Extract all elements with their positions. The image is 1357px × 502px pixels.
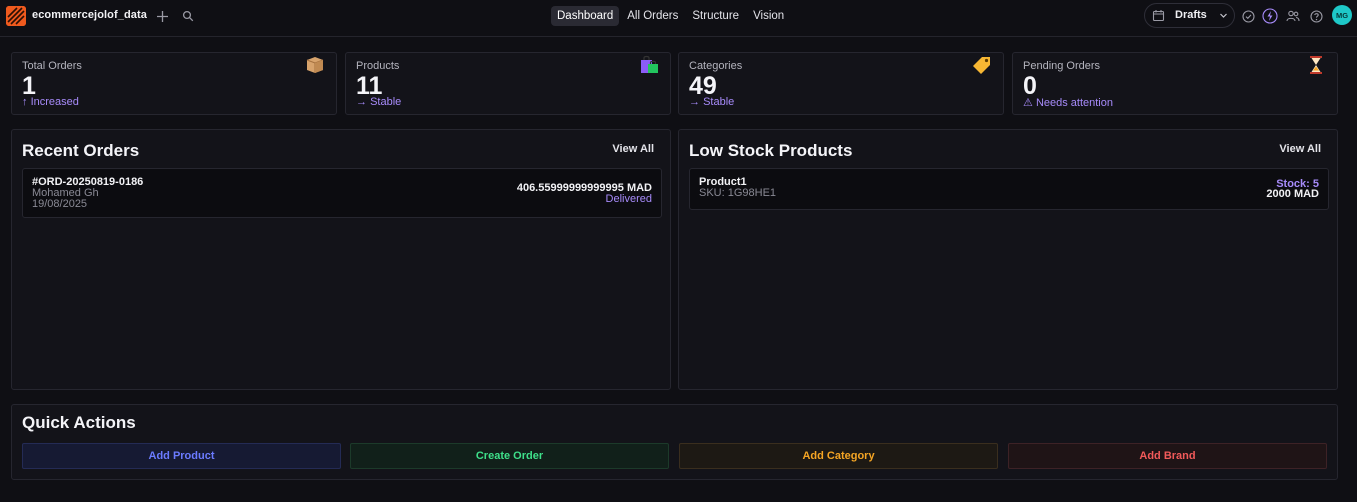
stat-label: Total Orders <box>22 60 82 72</box>
help-icon[interactable] <box>1308 8 1324 24</box>
search-icon[interactable] <box>180 8 196 24</box>
stat-label: Products <box>356 60 400 72</box>
stat-trend-label: Stable <box>703 96 735 108</box>
order-status: Delivered <box>605 193 652 205</box>
arrow-right-icon: → <box>689 96 700 108</box>
hourglass-icon <box>1310 56 1322 74</box>
stat-label: Pending Orders <box>1023 60 1101 72</box>
app-logo-icon[interactable] <box>6 6 26 26</box>
panel-title: Quick Actions <box>22 413 136 432</box>
product-row[interactable]: Product1 SKU: 1G98HE1 Stock: 5 2000 MAD <box>689 168 1329 210</box>
drafts-label: Drafts <box>1175 9 1207 21</box>
avatar[interactable]: MG <box>1332 5 1352 25</box>
stat-card-total-orders: Total Orders 1 ↑ Increased <box>11 52 337 115</box>
warning-icon: ⚠ <box>1023 97 1033 109</box>
view-all-products-link[interactable]: View All <box>1279 143 1321 155</box>
tab-dashboard[interactable]: Dashboard <box>551 6 620 26</box>
stat-trend-label: Needs attention <box>1035 97 1113 109</box>
tab-vision[interactable]: Vision <box>747 6 790 26</box>
users-icon[interactable] <box>1285 8 1301 24</box>
panel-title: Recent Orders <box>22 141 140 160</box>
stat-label: Categories <box>689 60 743 72</box>
tag-icon <box>973 57 990 74</box>
stat-card-categories: Categories 49 → Stable <box>678 52 1004 115</box>
create-order-button[interactable]: Create Order <box>350 443 669 469</box>
package-icon <box>306 57 324 73</box>
main-nav: Dashboard All Orders Structure Vision <box>551 6 790 26</box>
chevron-down-icon <box>1220 13 1227 18</box>
top-bar: ecommercejolof_data Dashboard All Orders… <box>0 0 1357 37</box>
stat-trend: ↑ Increased <box>22 96 79 108</box>
arrow-right-icon: → <box>356 96 367 108</box>
tab-structure[interactable]: Structure <box>686 6 745 26</box>
recent-orders-panel: Recent Orders View All #ORD-20250819-018… <box>11 129 671 390</box>
arrow-up-icon: ↑ <box>22 96 28 108</box>
stat-trend: → Stable <box>356 96 401 108</box>
app-name[interactable]: ecommercejolof_data <box>32 9 147 21</box>
stat-trend-label: Increased <box>30 96 79 108</box>
product-price: 2000 MAD <box>1266 188 1319 200</box>
add-brand-button[interactable]: Add Brand <box>1008 443 1327 469</box>
lightning-icon[interactable] <box>1262 8 1278 24</box>
low-stock-panel: Low Stock Products View All Product1 SKU… <box>678 129 1338 390</box>
stat-trend: → Stable <box>689 96 734 108</box>
drafts-dropdown[interactable]: Drafts <box>1144 3 1235 28</box>
view-all-orders-link[interactable]: View All <box>612 143 654 155</box>
stat-trend-label: Stable <box>370 96 402 108</box>
tab-all-orders[interactable]: All Orders <box>621 6 684 26</box>
panel-title: Low Stock Products <box>689 141 853 160</box>
add-category-button[interactable]: Add Category <box>679 443 998 469</box>
stat-card-pending-orders: Pending Orders 0 ⚠ Needs attention <box>1012 52 1338 115</box>
order-row[interactable]: #ORD-20250819-0186 Mohamed Gh 19/08/2025… <box>22 168 662 218</box>
stat-card-products: Products 11 → Stable <box>345 52 671 115</box>
stat-trend: ⚠ Needs attention <box>1023 96 1113 109</box>
check-circle-icon[interactable] <box>1240 8 1256 24</box>
order-date: 19/08/2025 <box>32 198 88 210</box>
shopping-bags-icon <box>641 55 658 73</box>
calendar-icon <box>1152 10 1165 22</box>
product-sku: SKU: 1G98HE1 <box>699 187 777 199</box>
add-product-button[interactable]: Add Product <box>22 443 341 469</box>
add-icon[interactable] <box>154 8 170 24</box>
